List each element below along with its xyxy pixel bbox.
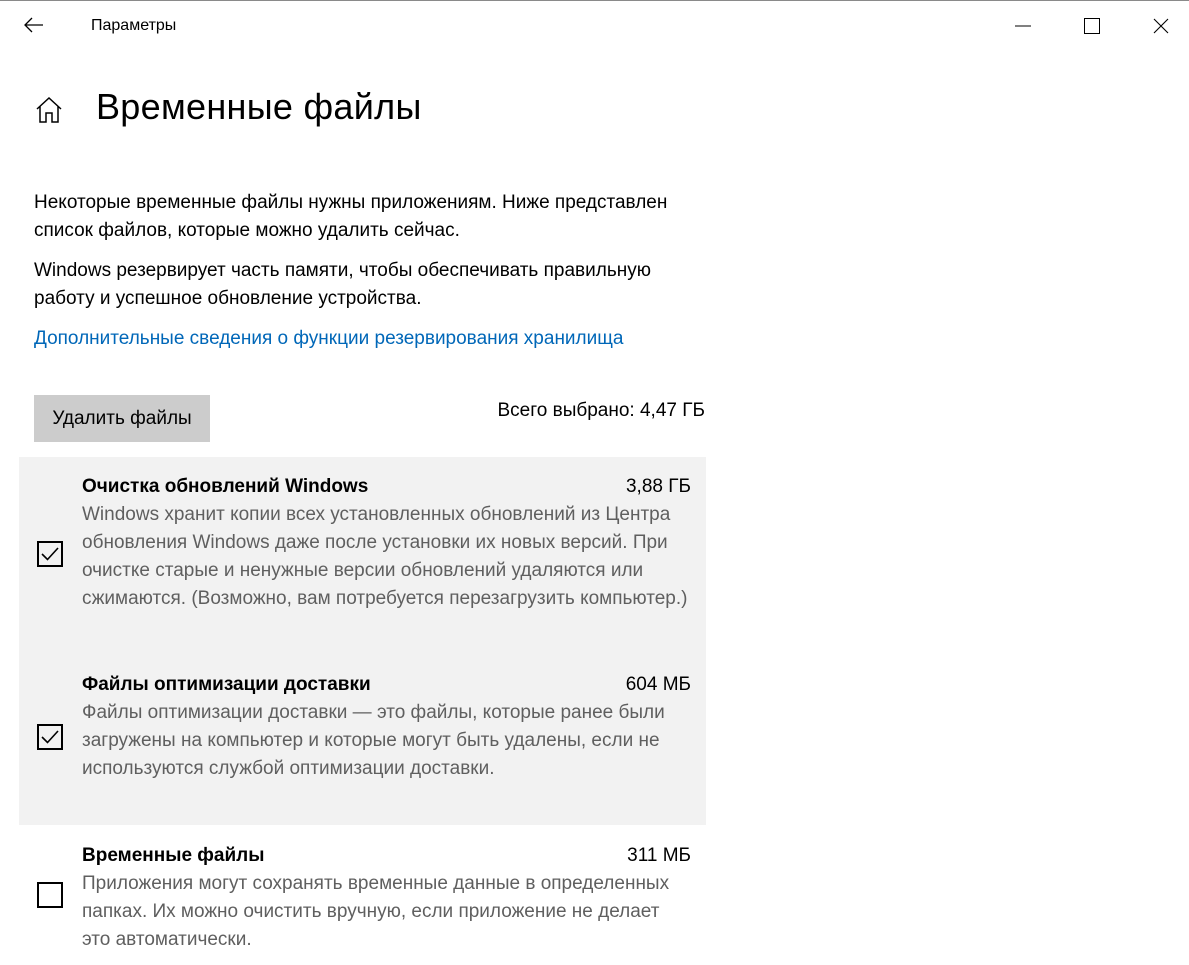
page-title: Временные файлы	[96, 86, 422, 127]
item-name: Файлы оптимизации доставки	[82, 674, 371, 695]
checkmark-icon	[41, 730, 59, 744]
intro-paragraph-1: Некоторые временные файлы нужны приложен…	[34, 192, 668, 241]
back-arrow-icon	[24, 17, 43, 33]
list-item-temporary-files[interactable]: Временные файлы 311 МБ Приложения могут …	[19, 825, 706, 965]
item-size: 311 МБ	[627, 845, 691, 866]
minimize-button[interactable]	[988, 1, 1057, 51]
close-button[interactable]	[1126, 1, 1189, 51]
checkmark-icon	[41, 547, 59, 561]
item-description: Приложения могут сохранять временные дан…	[82, 873, 670, 950]
title-bar: Параметры	[0, 1, 1189, 50]
item-description: Файлы оптимизации доставки — это файлы, …	[82, 702, 665, 779]
app-title: Параметры	[91, 17, 177, 34]
item-size: 604 МБ	[625, 674, 691, 695]
item-description: Windows хранит копии всех установленных …	[82, 504, 688, 609]
maximize-button[interactable]	[1057, 1, 1126, 51]
item-size: 3,88 ГБ	[625, 476, 691, 497]
maximize-icon	[1083, 18, 1100, 34]
home-icon[interactable]	[33, 94, 65, 126]
list-item-delivery-optimization[interactable]: Файлы оптимизации доставки 604 МБ Файлы …	[19, 655, 706, 825]
item-checkbox[interactable]	[37, 882, 63, 908]
delete-files-button[interactable]: Удалить файлы	[34, 395, 210, 442]
storage-reserve-info-link[interactable]: Дополнительные сведения о функции резерв…	[34, 325, 623, 353]
close-icon	[1153, 18, 1168, 34]
item-checkbox[interactable]	[37, 724, 63, 750]
item-checkbox[interactable]	[37, 541, 63, 567]
list-item-windows-update-cleanup[interactable]: Очистка обновлений Windows 3,88 ГБ Windo…	[19, 457, 706, 655]
item-name: Временные файлы	[82, 845, 265, 866]
minimize-icon	[1014, 25, 1031, 27]
item-name: Очистка обновлений Windows	[82, 476, 369, 497]
intro-paragraph-2: Windows резервирует часть памяти, чтобы …	[34, 260, 651, 309]
total-selected-size: Всего выбрано: 4,47 ГБ	[497, 400, 706, 421]
back-button[interactable]	[10, 5, 58, 45]
